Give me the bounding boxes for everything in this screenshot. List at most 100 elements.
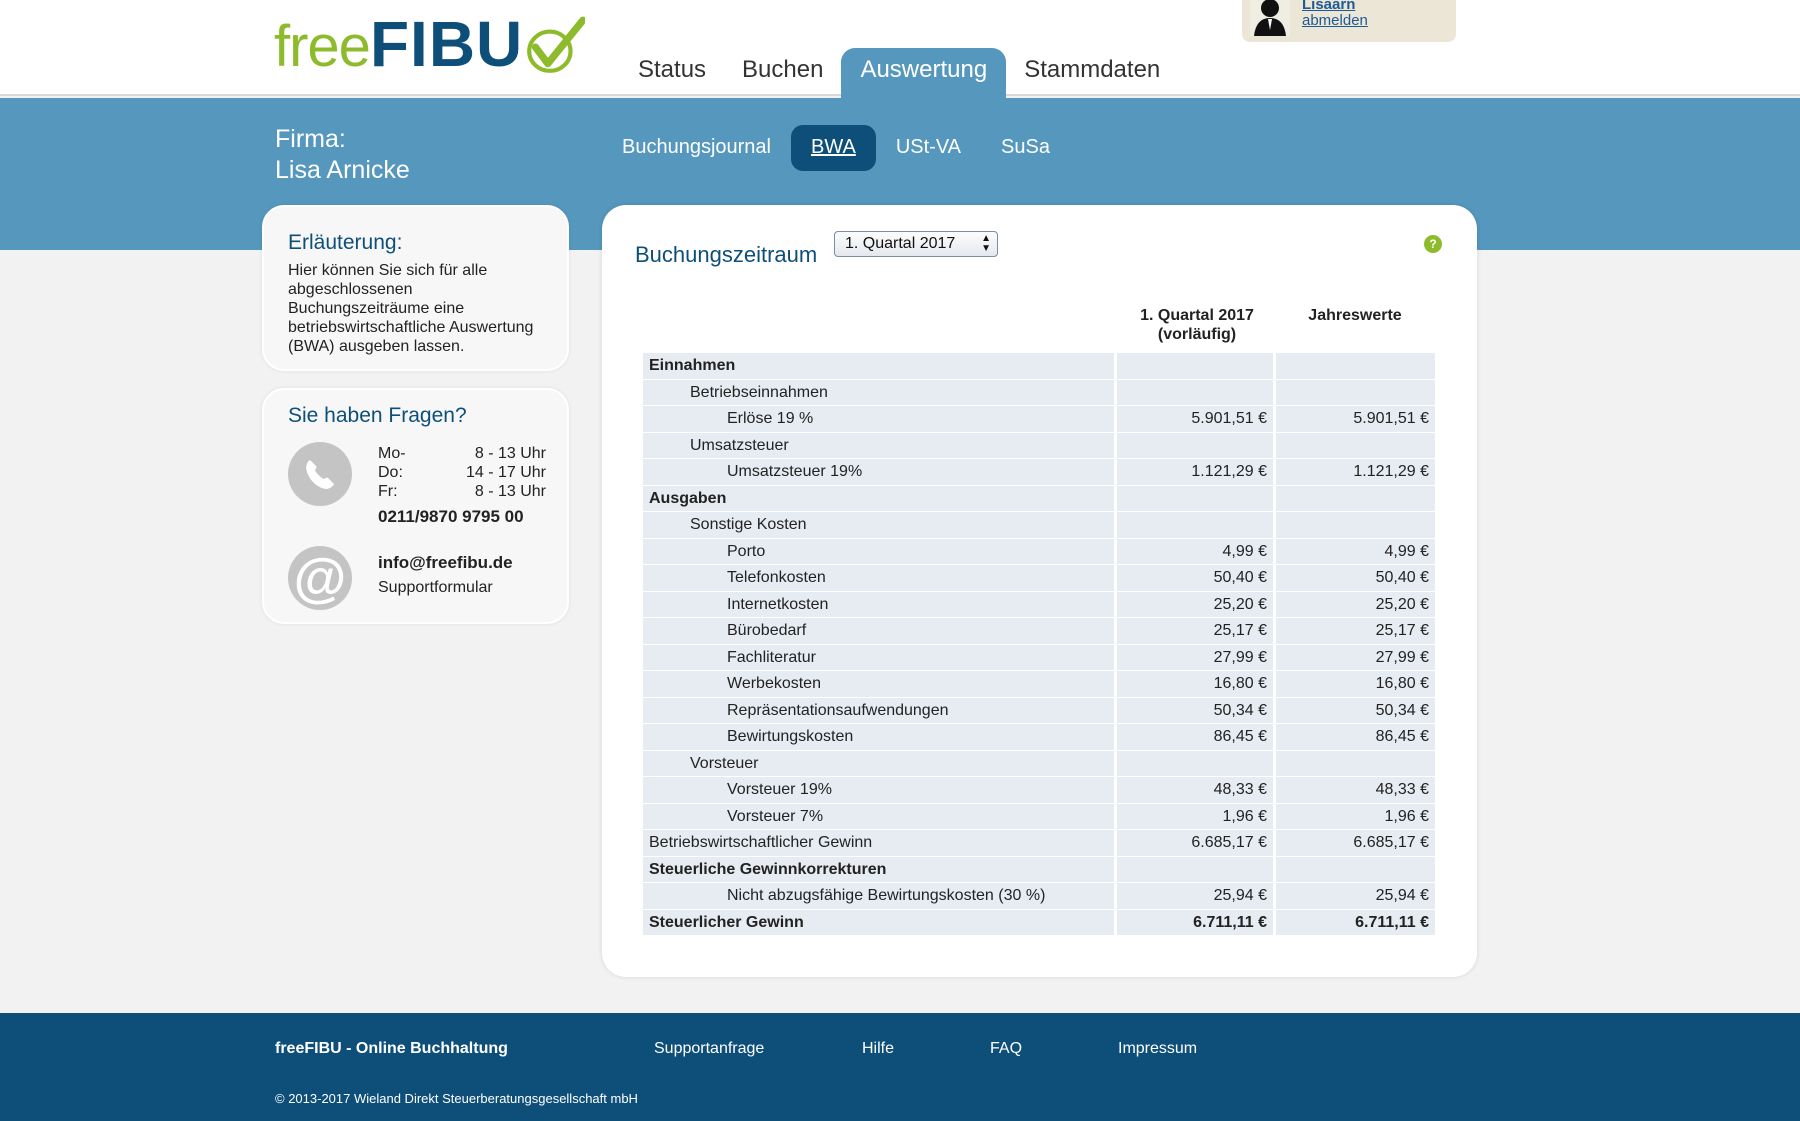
footer-link-faq[interactable]: FAQ — [990, 1040, 1022, 1058]
table-row: Nicht abzugsfähige Bewirtungskosten (30 … — [643, 883, 1435, 910]
row-label: Vorsteuer 7% — [643, 803, 1117, 830]
nav-auswertung[interactable]: Auswertung — [841, 48, 1007, 98]
tab-buchungsjournal[interactable]: Buchungsjournal — [602, 125, 791, 171]
row-value-year: 4,99 € — [1276, 538, 1435, 565]
row-value-year: 5.901,51 € — [1276, 406, 1435, 433]
company-label: Firma: — [275, 125, 346, 153]
table-row: Erlöse 19 % 5.901,51 €5.901,51 € — [643, 406, 1435, 433]
row-label: Vorsteuer 19% — [643, 777, 1117, 804]
nav-buchen[interactable]: Buchen — [724, 48, 841, 98]
nav-stammdaten[interactable]: Stammdaten — [1006, 48, 1178, 98]
row-value-quarter — [1117, 750, 1276, 777]
row-value-year: 6.685,17 € — [1276, 830, 1435, 857]
row-label: Repräsentationsaufwendungen — [643, 697, 1117, 724]
checkmark-icon — [527, 16, 586, 73]
logout-link[interactable]: abmelden — [1302, 12, 1368, 29]
column-header-year: Jahreswerte — [1308, 307, 1402, 324]
phone-number: 0211/9870 9795 00 — [378, 507, 524, 526]
row-value-year — [1276, 353, 1435, 380]
row-label: Telefonkosten — [643, 565, 1117, 592]
company-info: Firma: Lisa Arnicke — [275, 124, 410, 186]
row-value-quarter — [1117, 856, 1276, 883]
row-label: Bewirtungskosten — [643, 724, 1117, 751]
copyright: © 2013-2017 Wieland Direkt Steuerberatun… — [275, 1091, 638, 1106]
row-value-quarter: 50,40 € — [1117, 565, 1276, 592]
table-row: Bürobedarf 25,17 €25,17 € — [643, 618, 1435, 645]
row-value-quarter — [1117, 379, 1276, 406]
hours-time: 14 - 17 Uhr — [465, 464, 546, 481]
footer-link-hilfe[interactable]: Hilfe — [862, 1040, 894, 1058]
row-value-year — [1276, 856, 1435, 883]
row-label: Nicht abzugsfähige Bewirtungskosten (30 … — [643, 883, 1117, 910]
footer-link-supportanfrage[interactable]: Supportanfrage — [654, 1040, 764, 1058]
table-row: Ausgaben — [643, 485, 1435, 512]
table-row: Fachliteratur 27,99 €27,99 € — [643, 644, 1435, 671]
row-value-year: 25,17 € — [1276, 618, 1435, 645]
tab-susa[interactable]: SuSa — [981, 125, 1070, 171]
select-arrows-icon: ▲ ▼ — [981, 233, 991, 254]
main-navigation: Status Buchen Auswertung Stammdaten — [620, 48, 1178, 98]
row-value-quarter: 25,17 € — [1117, 618, 1276, 645]
contact-card: Sie haben Fragen? Mo- 8 - 13 Uhr Do: 14 - … — [262, 388, 569, 624]
row-value-year: 86,45 € — [1276, 724, 1435, 751]
freefibu-logo[interactable]: free FIBU — [274, 8, 586, 80]
row-value-quarter: 50,34 € — [1117, 697, 1276, 724]
row-value-year — [1276, 512, 1435, 539]
row-label: Umsatzsteuer — [643, 432, 1117, 459]
row-value-quarter — [1117, 432, 1276, 459]
row-label: Fachliteratur — [643, 644, 1117, 671]
logo-text-fibu: FIBU — [369, 8, 524, 80]
company-name: Lisa Arnicke — [275, 156, 410, 184]
hours-day: Do: — [378, 464, 403, 481]
table-row: Vorsteuer 19% 48,33 €48,33 € — [643, 777, 1435, 804]
row-value-quarter — [1117, 353, 1276, 380]
row-label: Betriebseinnahmen — [643, 379, 1117, 406]
help-icon[interactable]: ? — [1424, 235, 1442, 253]
support-form-link[interactable]: Supportformular — [378, 579, 493, 597]
tab-ust-va[interactable]: USt-VA — [876, 125, 981, 171]
logo-text-free: free — [274, 14, 371, 79]
row-value-year: 25,94 € — [1276, 883, 1435, 910]
hours-time: 8 - 13 Uhr — [474, 483, 546, 500]
hours-day: Mo- — [378, 445, 406, 462]
tab-bwa[interactable]: BWA — [791, 125, 876, 171]
explanation-text: Hier können Sie sich für alle abgeschlos… — [288, 262, 534, 355]
opening-hours: Mo- 8 - 13 Uhr Do: 14 - 17 Uhr Fr: 8 - 13 U… — [378, 444, 546, 501]
table-row: Bewirtungskosten 86,45 €86,45 € — [643, 724, 1435, 751]
table-row: Telefonkosten 50,40 €50,40 € — [643, 565, 1435, 592]
footer-brand: freeFIBU - Online Buchhaltung — [275, 1040, 508, 1057]
hours-row: Fr: 8 - 13 Uhr — [378, 482, 546, 501]
table-row: Repräsentationsaufwendungen 50,34 €50,34 … — [643, 697, 1435, 724]
row-label: Internetkosten — [643, 591, 1117, 618]
row-label: Umsatzsteuer 19% — [643, 459, 1117, 486]
explanation-title: Erläuterung: — [288, 231, 403, 254]
row-label: Ausgaben — [643, 485, 1117, 512]
hours-time: 8 - 13 Uhr — [474, 445, 546, 462]
table-row: Internetkosten 25,20 €25,20 € — [643, 591, 1435, 618]
hours-day: Fr: — [378, 483, 398, 500]
period-select[interactable]: 1. Quartal 2017 ▲ ▼ — [834, 231, 998, 257]
period-select-value: 1. Quartal 2017 — [845, 235, 956, 252]
row-value-year: 25,20 € — [1276, 591, 1435, 618]
row-value-year — [1276, 485, 1435, 512]
user-silhouette-icon — [1254, 0, 1286, 36]
row-value-quarter: 6.711,11 € — [1117, 909, 1276, 936]
row-value-quarter: 27,99 € — [1117, 644, 1276, 671]
user-box: Lisaarn abmelden — [1242, 0, 1456, 42]
row-value-quarter: 16,80 € — [1117, 671, 1276, 698]
table-row: Vorsteuer — [643, 750, 1435, 777]
row-value-quarter: 1,96 € — [1117, 803, 1276, 830]
row-label: Werbekosten — [643, 671, 1117, 698]
column-header-quarter: 1. Quartal 2017 (vorläufig) — [1140, 307, 1254, 343]
row-label: Betriebswirtschaftlicher Gewinn — [643, 830, 1117, 857]
row-value-quarter: 25,20 € — [1117, 591, 1276, 618]
phone-icon — [288, 442, 352, 506]
footer-link-impressum[interactable]: Impressum — [1118, 1040, 1197, 1058]
sub-navigation: Buchungsjournal BWA USt-VA SuSa — [602, 125, 1070, 171]
hours-row: Do: 14 - 17 Uhr — [378, 463, 546, 482]
nav-status[interactable]: Status — [620, 48, 724, 98]
footer: freeFIBU - Online Buchhaltung Supportanf… — [0, 1013, 1800, 1121]
period-label: Buchungszeitraum — [635, 242, 818, 267]
email-link[interactable]: info@freefibu.de — [378, 553, 513, 573]
row-label: Vorsteuer — [643, 750, 1117, 777]
